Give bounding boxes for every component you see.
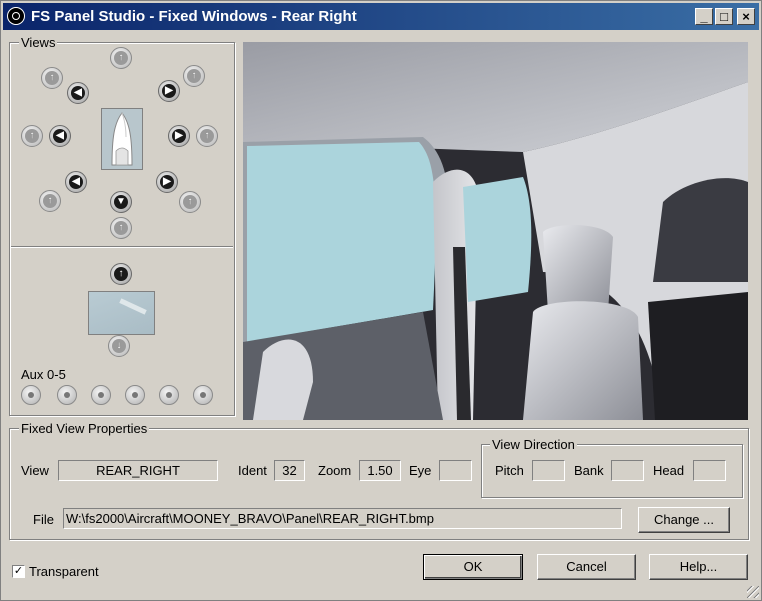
view-front-right-arrow-icon[interactable]: ▶	[158, 80, 180, 102]
bank-field[interactable]	[611, 460, 644, 481]
aux-4-radio[interactable]	[159, 385, 179, 405]
ident-field[interactable]: 32	[274, 460, 305, 481]
resize-grip[interactable]	[747, 586, 759, 598]
aux-3-radio[interactable]	[125, 385, 145, 405]
view-rear-right-up-arrow-icon[interactable]: ↑	[179, 191, 201, 213]
views-divider	[11, 246, 233, 247]
zoom-field[interactable]: 1.50	[359, 460, 401, 481]
window-title: FS Panel Studio - Fixed Windows - Rear R…	[31, 8, 357, 25]
pitch-field[interactable]	[532, 460, 565, 481]
view-left-arrow-icon[interactable]: ◀	[49, 125, 71, 147]
view-rear-left-up-arrow-icon[interactable]: ↑	[39, 190, 61, 212]
bank-label: Bank	[574, 463, 604, 478]
view-rear-left-arrow-icon[interactable]: ◀	[65, 171, 87, 193]
title-bar[interactable]: FS Panel Studio - Fixed Windows - Rear R…	[3, 3, 759, 30]
view-rear-down-arrow-icon[interactable]: ▼	[110, 191, 132, 213]
app-window: FS Panel Studio - Fixed Windows - Rear R…	[0, 0, 762, 601]
view-name-field[interactable]: REAR_RIGHT	[58, 460, 218, 481]
head-field[interactable]	[693, 460, 726, 481]
file-label: File	[33, 512, 54, 527]
aircraft-top-icon	[101, 108, 143, 170]
ok-button[interactable]: OK	[423, 554, 523, 580]
file-path-field[interactable]: W:\fs2000\Aircraft\MOONEY_BRAVO\Panel\RE…	[63, 508, 622, 529]
aux-1-radio[interactable]	[57, 385, 77, 405]
aircraft-shape-icon	[111, 112, 133, 166]
view-front-up-arrow-icon[interactable]: ↑	[110, 47, 132, 69]
aux-0-radio[interactable]	[21, 385, 41, 405]
transparent-label[interactable]: Transparent	[29, 564, 99, 579]
view-preview-thumbnail	[88, 291, 155, 335]
view-left-up-arrow-icon[interactable]: ↑	[21, 125, 43, 147]
cockpit-view-image	[243, 42, 748, 420]
head-label: Head	[653, 463, 685, 478]
view-direction-label: View Direction	[490, 437, 577, 452]
view-up-arrow-icon[interactable]: ↑	[110, 263, 132, 285]
aux-label: Aux 0-5	[21, 367, 66, 382]
view-front-left-up-arrow-icon[interactable]: ↑	[41, 67, 63, 89]
aux-5-radio[interactable]	[193, 385, 213, 405]
pitch-label: Pitch	[495, 463, 524, 478]
view-front-left-arrow-icon[interactable]: ◀	[67, 82, 89, 104]
view-right-up-arrow-icon[interactable]: ↑	[196, 125, 218, 147]
eye-field[interactable]	[439, 460, 472, 481]
close-button[interactable]: ×	[737, 8, 755, 25]
maximize-button[interactable]: □	[715, 8, 733, 25]
zoom-label: Zoom	[318, 463, 352, 478]
transparent-checkbox[interactable]: ✓	[12, 565, 25, 578]
minimize-button[interactable]: _	[695, 8, 713, 25]
cancel-button[interactable]: Cancel	[537, 554, 636, 580]
help-button[interactable]: Help...	[649, 554, 748, 580]
views-group-label: Views	[19, 35, 58, 50]
view-label: View	[21, 463, 49, 478]
view-right-arrow-icon[interactable]: ▶	[168, 125, 190, 147]
aux-2-radio[interactable]	[91, 385, 111, 405]
view-down-arrow-icon[interactable]: ↓	[108, 335, 130, 357]
ident-label: Ident	[238, 463, 267, 478]
view-rear-right-arrow-icon[interactable]: ▶	[156, 171, 178, 193]
eye-label: Eye	[409, 463, 432, 478]
app-icon[interactable]	[7, 7, 25, 25]
fixed-view-properties-label: Fixed View Properties	[19, 421, 150, 436]
view-rear-up-arrow-icon[interactable]: ↑	[110, 217, 132, 239]
view-front-right-up-arrow-icon[interactable]: ↑	[183, 65, 205, 87]
cabin-scene	[243, 42, 748, 420]
change-button[interactable]: Change ...	[638, 507, 730, 533]
